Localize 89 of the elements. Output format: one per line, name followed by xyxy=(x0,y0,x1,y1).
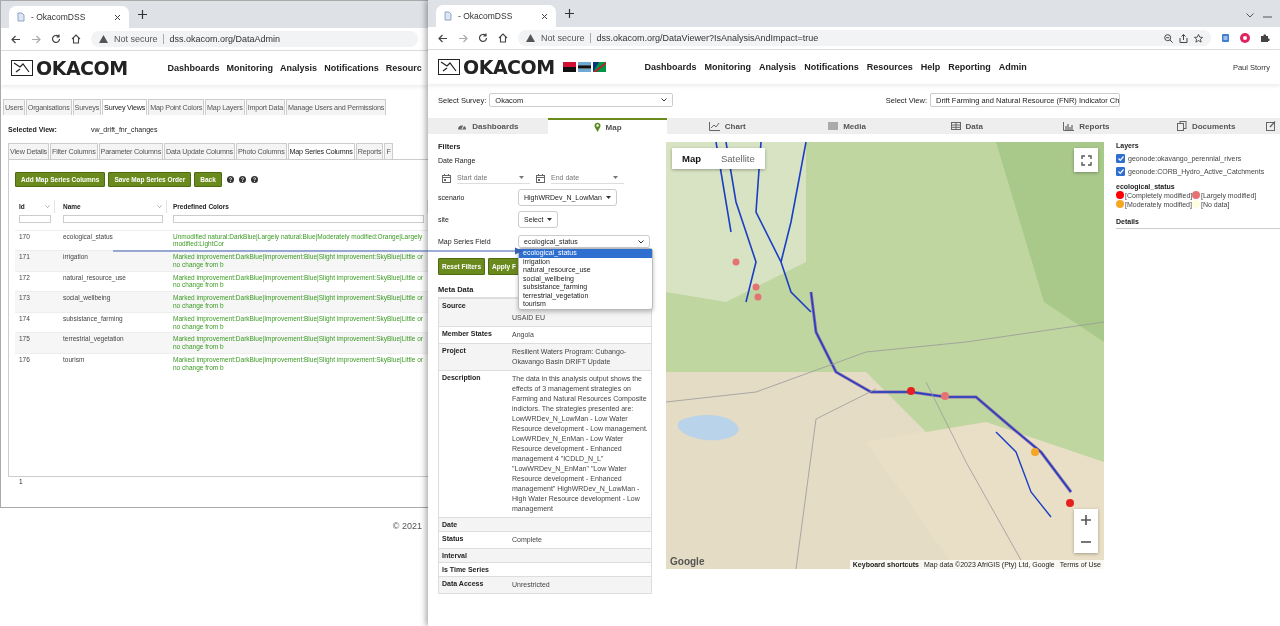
nav-link[interactable]: Monitoring xyxy=(226,63,274,73)
map-brand: Google xyxy=(670,556,705,567)
nav-link[interactable]: Notifications xyxy=(804,62,859,72)
nav-link[interactable]: Dashboards xyxy=(644,62,697,72)
map-type-button[interactable]: Map xyxy=(672,148,711,169)
edit-icon[interactable] xyxy=(1266,121,1277,131)
view-tab[interactable]: Chart xyxy=(667,118,788,134)
url-text: dss.okacom.org/DataAdmin xyxy=(169,34,281,44)
close-icon[interactable] xyxy=(114,13,121,21)
nav-link[interactable]: Admin xyxy=(998,62,1027,72)
table-icon xyxy=(950,122,961,130)
view-tab[interactable]: Data xyxy=(906,118,1027,134)
warning-icon xyxy=(526,34,535,42)
extension-icon[interactable] xyxy=(1221,33,1230,43)
security-label: Not secure xyxy=(114,34,164,44)
filter-field[interactable] xyxy=(63,215,163,223)
address-bar[interactable]: Not secure dss.okacom.org/DataViewer?IsAnalysisAndImpact=true xyxy=(518,30,1211,46)
pin-icon xyxy=(593,122,601,132)
dashboard-icon xyxy=(457,122,468,130)
new-tab-icon[interactable] xyxy=(565,9,574,18)
copyright-text: © 2021 xyxy=(392,521,422,531)
line-chart-icon xyxy=(708,121,720,131)
nav-link[interactable]: Notifications xyxy=(324,63,379,73)
caret-icon xyxy=(605,196,611,199)
chevron-icon xyxy=(661,98,668,102)
nav-link[interactable]: Analysis xyxy=(759,62,797,72)
back-icon[interactable] xyxy=(438,33,448,43)
help-icon[interactable] xyxy=(238,176,246,183)
security-label: Not secure xyxy=(541,33,591,43)
browser-tab[interactable]: - OkacomDSS xyxy=(436,5,556,27)
zoom-icon[interactable] xyxy=(1164,33,1173,43)
fullscreen-button[interactable] xyxy=(1074,148,1098,172)
nav-link[interactable]: Analysis xyxy=(280,63,318,73)
help-icon[interactable] xyxy=(250,176,258,183)
caret-icon xyxy=(613,176,618,179)
view-tab[interactable]: Dashboards xyxy=(428,118,548,134)
flags-icon xyxy=(562,62,607,72)
help-icon[interactable] xyxy=(226,176,234,183)
address-bar[interactable]: Not secure dss.okacom.org/DataAdmin xyxy=(91,31,418,47)
view-tab[interactable]: Reports xyxy=(1026,118,1147,134)
puzzle-icon[interactable] xyxy=(1260,33,1270,43)
map-type-button[interactable]: Satellite xyxy=(711,148,765,169)
logo-icon xyxy=(438,59,460,75)
layer-checkbox[interactable] xyxy=(1116,154,1125,163)
browser-tab[interactable]: - OkacomDSS xyxy=(9,6,129,28)
minus-icon xyxy=(1081,541,1091,543)
zoom-in-button[interactable] xyxy=(1074,509,1098,531)
reload-icon[interactable] xyxy=(478,33,488,43)
page-icon xyxy=(17,12,25,22)
view-tab[interactable]: Documents xyxy=(1146,118,1267,134)
logo-text: OKACOM xyxy=(463,56,555,78)
warning-icon xyxy=(99,35,108,43)
nav-link[interactable]: Help xyxy=(920,62,941,72)
chevron-icon xyxy=(638,239,644,244)
nav-link[interactable]: Dashboards xyxy=(167,63,220,73)
back-icon[interactable] xyxy=(11,34,21,44)
caret-icon xyxy=(547,218,553,221)
extension-icon[interactable] xyxy=(1240,33,1250,43)
page-icon xyxy=(444,11,452,21)
url-text: dss.okacom.org/DataViewer?IsAnalysisAndImpact=true xyxy=(596,33,819,43)
view-tab[interactable]: Media xyxy=(787,118,907,134)
filter-field[interactable] xyxy=(19,215,51,223)
chevron-icon[interactable] xyxy=(1246,13,1254,18)
check-icon xyxy=(1117,156,1124,161)
close-icon[interactable] xyxy=(541,12,548,20)
filter-field[interactable] xyxy=(173,215,424,223)
home-icon[interactable] xyxy=(498,33,508,43)
zoom-out-button[interactable] xyxy=(1074,531,1098,553)
fullscreen-icon xyxy=(1080,154,1092,166)
share-icon[interactable] xyxy=(1179,33,1188,43)
calendar-icon[interactable] xyxy=(536,173,545,183)
star-icon[interactable] xyxy=(1194,33,1203,43)
caret-icon xyxy=(519,176,524,179)
documents-icon xyxy=(1176,121,1187,131)
reload-icon[interactable] xyxy=(51,34,61,44)
home-icon[interactable] xyxy=(71,34,81,44)
view-tab[interactable]: Map xyxy=(547,118,668,134)
logo-text: OKACOM xyxy=(36,57,128,79)
check-icon xyxy=(1117,169,1124,174)
nav-link[interactable]: Monitoring xyxy=(704,62,752,72)
logo-icon xyxy=(11,60,33,76)
nav-link[interactable]: Resourc xyxy=(385,63,422,73)
new-tab-icon[interactable] xyxy=(138,10,147,19)
nav-link[interactable]: Resources xyxy=(866,62,913,72)
nav-link[interactable]: Reporting xyxy=(948,62,991,72)
plus-icon xyxy=(1081,515,1091,525)
calendar-icon[interactable] xyxy=(442,173,451,183)
layer-checkbox[interactable] xyxy=(1116,167,1125,176)
bar-chart-icon xyxy=(1063,121,1075,131)
